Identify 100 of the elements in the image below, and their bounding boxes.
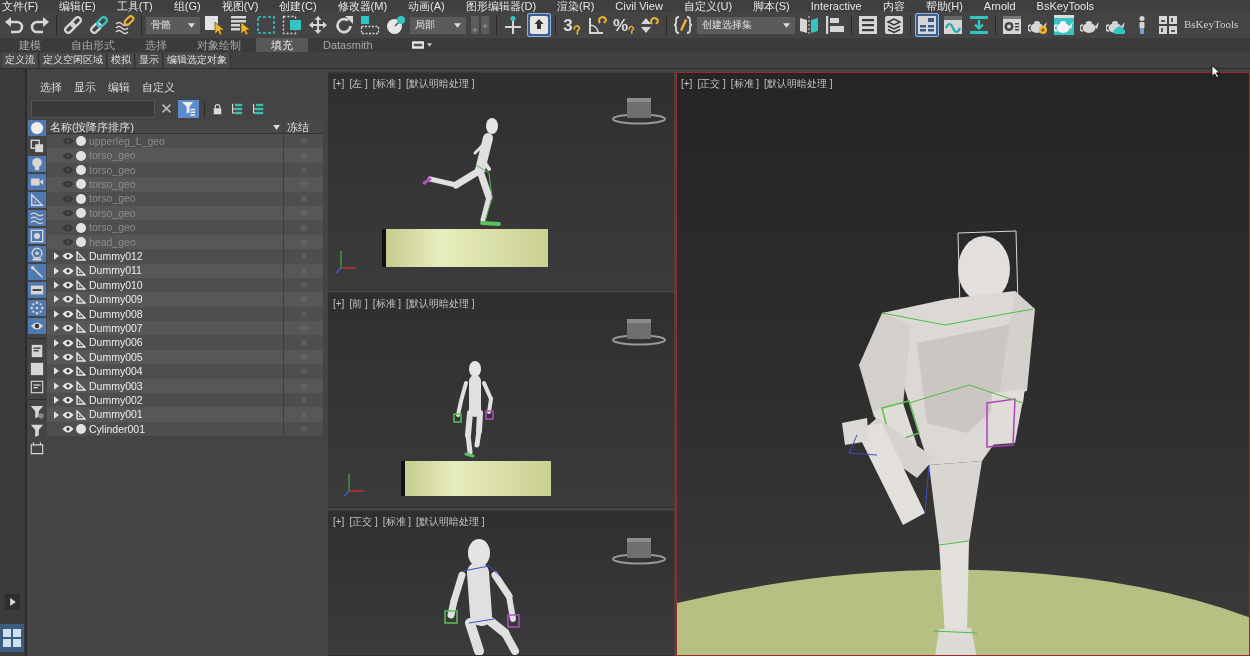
- tree-row[interactable]: Dummy004: [47, 364, 323, 379]
- filter-toggle-button[interactable]: [28, 120, 46, 136]
- eye-icon[interactable]: [62, 381, 74, 390]
- eye-icon[interactable]: [62, 338, 74, 347]
- viewport-label[interactable]: [标准 ]: [372, 298, 402, 310]
- tree-row[interactable]: Dummy007: [47, 321, 323, 336]
- menu-item[interactable]: 组(G): [173, 0, 201, 12]
- filter-toggle-button[interactable]: [28, 210, 46, 226]
- ribbon-tab[interactable]: 对象绘制: [182, 38, 256, 52]
- column-header[interactable]: 名称(按降序排序): [47, 120, 283, 134]
- menu-item[interactable]: 修改器(M): [337, 0, 388, 12]
- named-selection-button[interactable]: [671, 13, 695, 37]
- menu-item[interactable]: Arnold: [983, 0, 1016, 12]
- filter-toggle-button[interactable]: [28, 246, 46, 262]
- mirror-button[interactable]: [797, 13, 821, 37]
- grid-button[interactable]: [1156, 13, 1180, 37]
- menu-item[interactable]: 帮助(H): [925, 0, 963, 12]
- expand-arrow-icon[interactable]: [53, 252, 59, 261]
- menu-item[interactable]: 内容: [882, 0, 905, 12]
- ribbon-button[interactable]: 模拟: [108, 52, 135, 68]
- expand-arrow-icon[interactable]: [53, 381, 59, 390]
- shortcut-override-button[interactable]: [527, 13, 551, 37]
- viewport-label[interactable]: [标准 ]: [382, 516, 412, 528]
- ribbon-tab[interactable]: 自由形式: [56, 38, 130, 52]
- expand-arrow-icon[interactable]: [53, 367, 59, 376]
- selection-set-dropdown[interactable]: 创建选择集: [697, 16, 795, 34]
- ribbon-tab[interactable]: 建模: [4, 38, 56, 52]
- explorer-menu-item[interactable]: 显示: [74, 81, 96, 95]
- selection-filter-dropdown[interactable]: 骨骼: [146, 16, 200, 34]
- viewport[interactable]: [+] [前 ] [标准 ] [默认明暗处理 ]: [328, 292, 674, 508]
- layer-explorer-button[interactable]: [882, 13, 906, 37]
- select-by-name-button[interactable]: [228, 13, 252, 37]
- eye-icon[interactable]: [62, 410, 74, 419]
- expand-arrow-icon[interactable]: [53, 410, 59, 419]
- place-button[interactable]: [384, 13, 408, 37]
- region-button[interactable]: [254, 13, 278, 37]
- expand-arrow-icon[interactable]: [53, 396, 59, 405]
- eye-icon[interactable]: [62, 425, 74, 433]
- menu-item[interactable]: 创建(C): [279, 0, 317, 12]
- search-field[interactable]: [31, 99, 155, 118]
- viewport[interactable]: [+] [正交 ] [标准 ] [默认明暗处理 ]: [328, 510, 674, 656]
- filter-toggle-button[interactable]: [28, 264, 46, 280]
- viewport-label[interactable]: [+]: [333, 516, 345, 528]
- menu-item[interactable]: BsKeyTools: [1036, 0, 1095, 12]
- rendered-frame-button[interactable]: [1052, 13, 1076, 37]
- eye-icon[interactable]: [62, 252, 74, 261]
- viewport-label[interactable]: [默认明暗处理 ]: [764, 78, 833, 90]
- percent-snap-button[interactable]: %: [612, 13, 636, 37]
- menu-item[interactable]: 工具(T): [116, 0, 153, 12]
- ribbon-tab[interactable]: 填充: [256, 38, 308, 52]
- tree-row[interactable]: Dummy002: [47, 393, 323, 408]
- expand-arrow-icon[interactable]: [53, 324, 59, 333]
- ribbon-tab[interactable]: 选择: [130, 38, 182, 52]
- expand-arrow-icon[interactable]: [53, 309, 59, 318]
- align-button[interactable]: [823, 13, 847, 37]
- ribbon-button[interactable]: 编辑选定对象: [164, 52, 231, 68]
- eye-icon[interactable]: [62, 295, 74, 304]
- viewport[interactable]: [+] [正交 ] [标准 ] [默认明暗处理 ]: [676, 72, 1250, 656]
- viewport-label[interactable]: [+]: [333, 78, 345, 90]
- viewport-label[interactable]: [标准 ]: [730, 78, 760, 90]
- viewport-label[interactable]: [标准 ]: [372, 78, 402, 90]
- link-button[interactable]: [61, 13, 85, 37]
- filter-toggle-button[interactable]: [28, 422, 46, 438]
- menu-item[interactable]: 脚本(S): [753, 0, 790, 12]
- layout-tab-button[interactable]: [0, 624, 25, 652]
- eye-icon[interactable]: [62, 324, 74, 333]
- expand-arrow-icon[interactable]: [53, 353, 59, 362]
- snap-toggle-button[interactable]: 3: [560, 13, 584, 37]
- eye-icon[interactable]: [62, 281, 74, 290]
- explorer-menu-item[interactable]: 选择: [40, 81, 62, 95]
- filter-toggle-button[interactable]: [28, 300, 46, 316]
- explorer-menu-item[interactable]: 自定义: [142, 81, 175, 95]
- select-button[interactable]: [202, 13, 226, 37]
- viewport[interactable]: [+] [左 ] [标准 ] [默认明暗处理 ]: [328, 72, 674, 290]
- ribbon-options-button[interactable]: [409, 38, 434, 52]
- viewport-label[interactable]: [正交 ]: [349, 516, 378, 528]
- menu-item[interactable]: Interactive: [810, 0, 862, 12]
- viewport-label[interactable]: [左 ]: [349, 78, 368, 90]
- ribbon-button[interactable]: 显示: [136, 52, 163, 68]
- menu-item[interactable]: 图形编辑器(D): [465, 0, 537, 12]
- viewport-label[interactable]: [默认明暗处理 ]: [416, 516, 485, 528]
- ribbon-button[interactable]: 定义空闲区域: [40, 52, 107, 68]
- filter-toggle-button[interactable]: [28, 138, 46, 154]
- viewport-label[interactable]: [默认明暗处理 ]: [406, 78, 475, 90]
- eye-icon[interactable]: [62, 353, 74, 362]
- scene-explorer-button[interactable]: [856, 13, 880, 37]
- filter-toggle-button[interactable]: [28, 379, 46, 395]
- filter-toggle-button[interactable]: [28, 404, 46, 420]
- menu-item[interactable]: 视图(V): [221, 0, 259, 12]
- scale-button[interactable]: [358, 13, 382, 37]
- filter-toggle-button[interactable]: [28, 361, 46, 377]
- explorer-menu-item[interactable]: 编辑: [108, 81, 130, 95]
- viewport-label[interactable]: [正交 ]: [697, 78, 726, 90]
- expand-panel-button[interactable]: [5, 594, 20, 610]
- menu-item[interactable]: 编辑(E): [59, 0, 96, 12]
- filter-toggle-button[interactable]: [28, 228, 46, 244]
- tree-row[interactable]: Dummy012: [47, 249, 323, 264]
- tree-row[interactable]: Dummy006: [47, 335, 323, 350]
- eye-icon[interactable]: [62, 266, 74, 275]
- schematic-button[interactable]: [967, 13, 991, 37]
